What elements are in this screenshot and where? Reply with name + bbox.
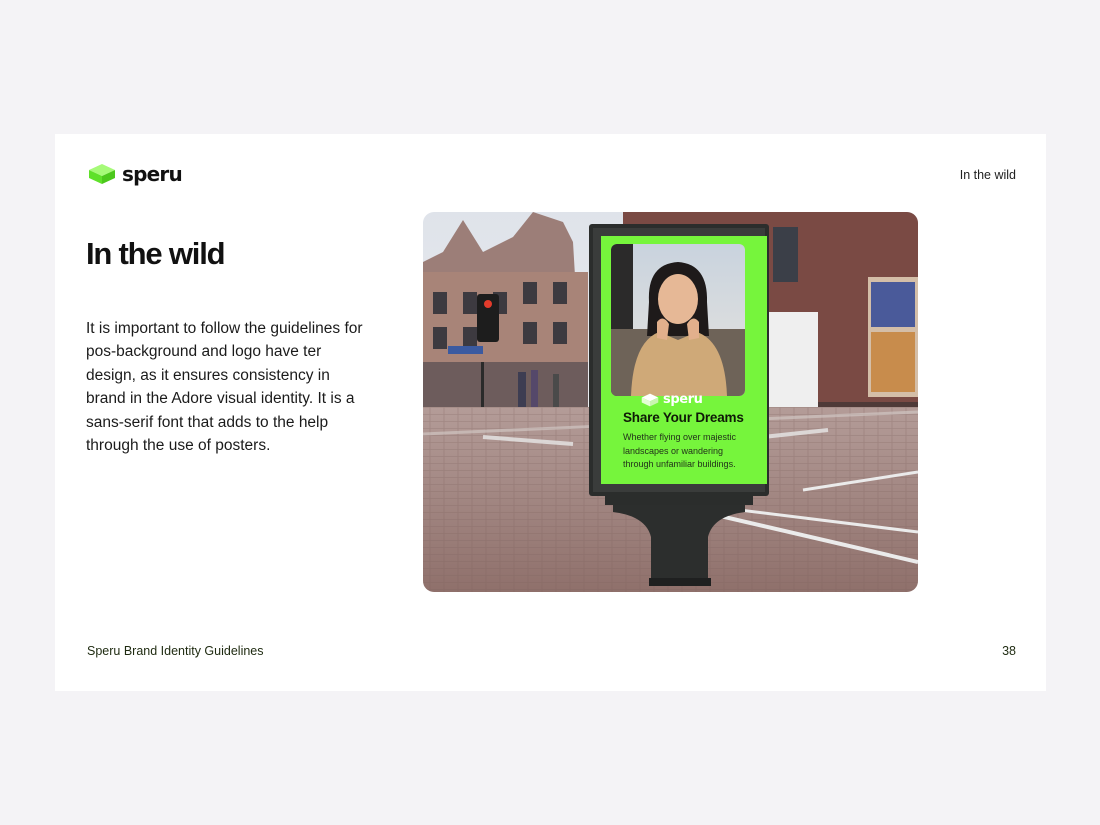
green-cube-logo-icon — [89, 164, 115, 184]
poster-body-text: Whether flying over majestic landscapes … — [623, 432, 737, 469]
body-paragraph: It is important to follow the guidelines… — [86, 320, 363, 455]
poster-mockup-photo: speru Share Your Dreams Whether flying o… — [423, 212, 918, 592]
poster-portrait-image — [611, 244, 745, 396]
brand-wordmark: speru — [122, 162, 183, 186]
poster-brand-logo: speru — [641, 392, 703, 407]
poster-headline: Share Your Dreams — [623, 410, 744, 425]
poster-panel: speru Share Your Dreams Whether flying o… — [601, 236, 767, 484]
slide: speru In the wild In the wild It is impo… — [55, 134, 1046, 691]
section-label: In the wild — [959, 168, 1016, 182]
poster-cube-logo-icon — [641, 393, 659, 406]
footer-document-title: Speru Brand Identity Guidelines — [87, 644, 264, 658]
brand-logo: speru — [88, 162, 183, 186]
page-title: In the wild — [86, 236, 226, 271]
poster-brand-wordmark: speru — [663, 392, 703, 407]
page-number: 38 — [1002, 644, 1016, 658]
